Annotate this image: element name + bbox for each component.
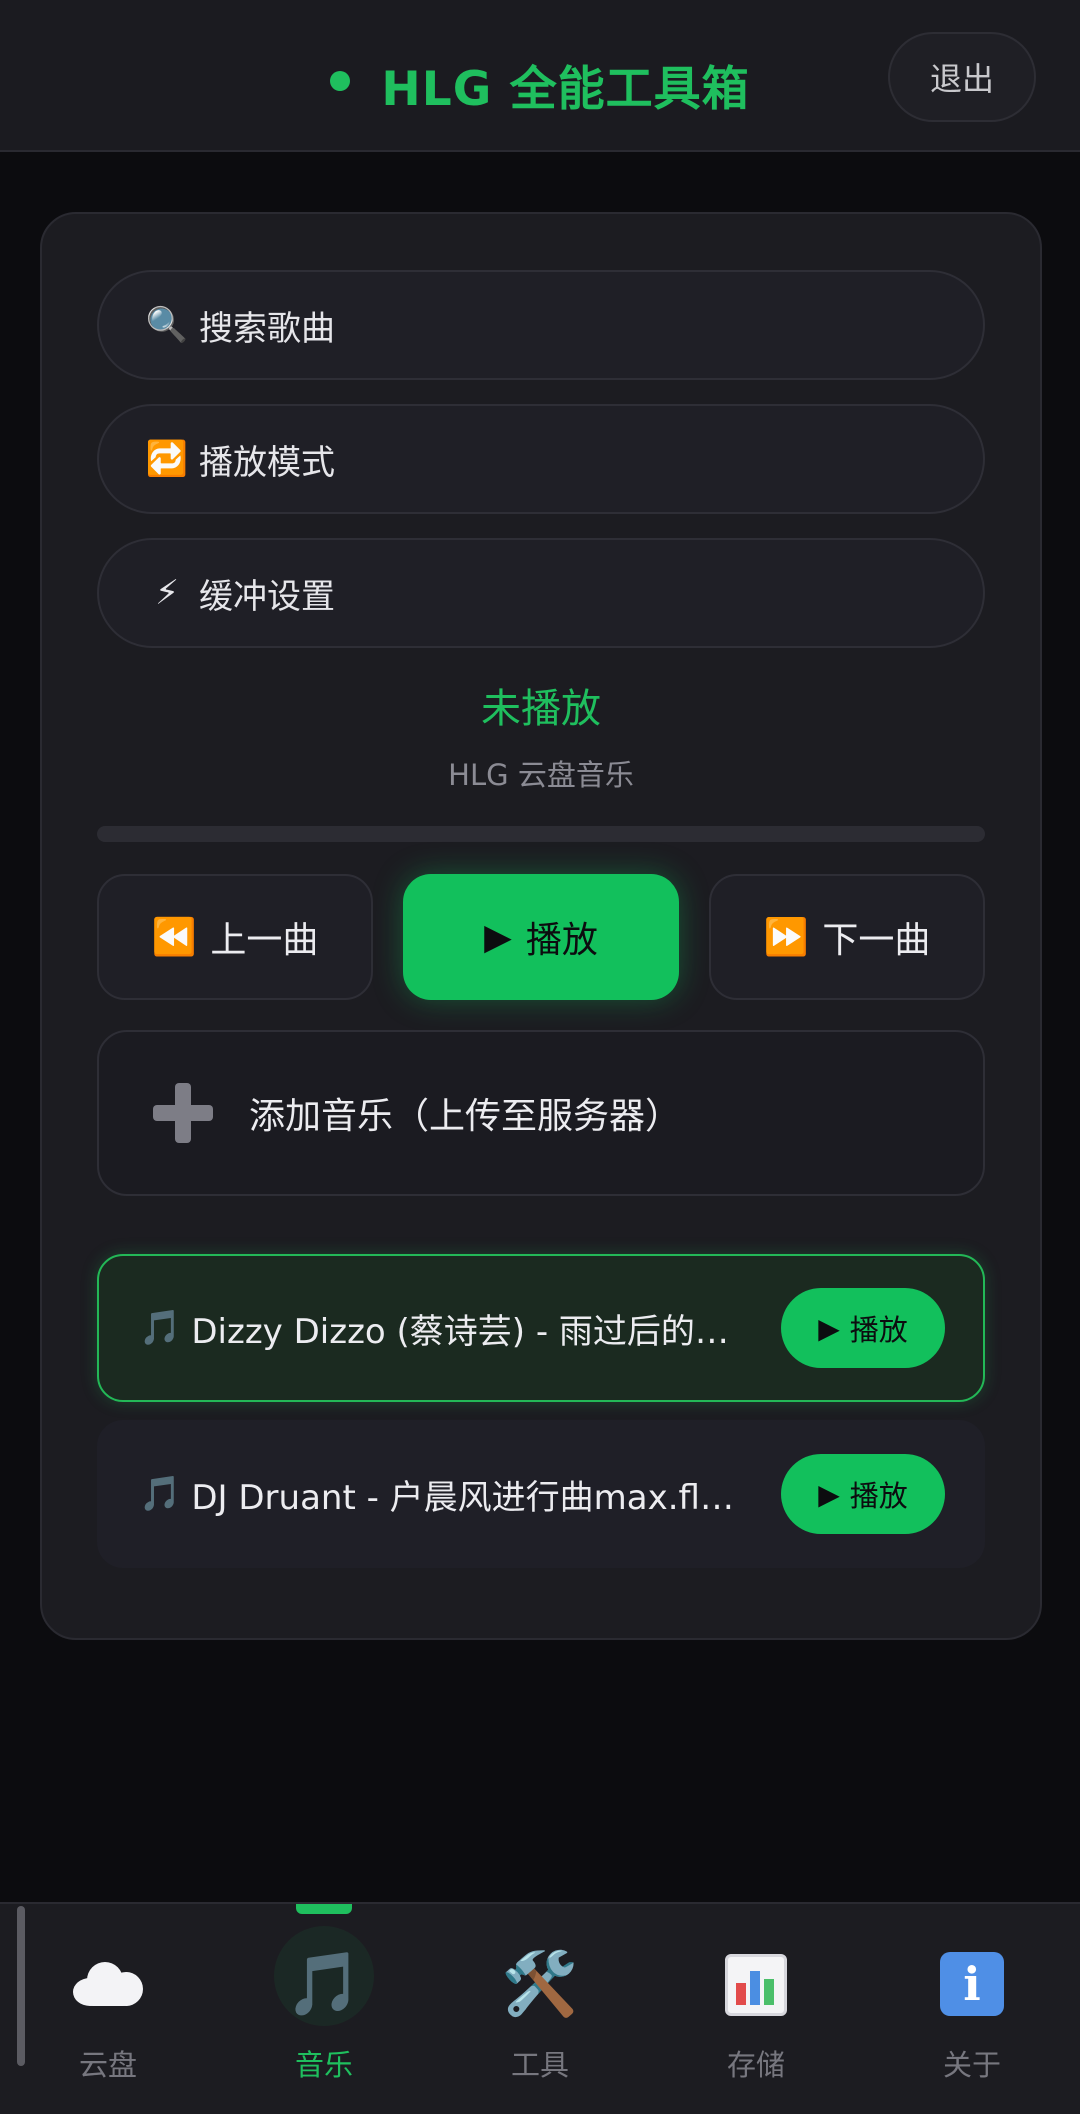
prev-track-button[interactable]: ⏪ 上一曲 (97, 874, 373, 1000)
info-icon: i (864, 1948, 1080, 2016)
cloud-icon (0, 1948, 216, 2006)
play-label: 播放 (525, 920, 598, 961)
logout-button[interactable]: 退出 (888, 32, 1036, 122)
music-note-icon: 🎵 (285, 1947, 363, 2020)
track-name: DJ Druant - 户晨风进行曲max.fl… (191, 1477, 734, 1518)
tools-icon: 🛠️ (501, 1947, 579, 2020)
track-play-button[interactable]: ▶ 播放 (781, 1288, 945, 1368)
add-music-button[interactable]: 添加音乐（上传至服务器） (97, 1030, 985, 1196)
nav-label: 关于 (942, 2048, 1001, 2082)
now-playing-subtitle: HLG 云盘音乐 (448, 758, 634, 792)
play-button[interactable]: ▶ 播放 (403, 874, 679, 1000)
rewind-icon: ⏪ (151, 917, 197, 958)
nav-item-tools[interactable]: 🛠️ 工具 (432, 1904, 648, 2114)
buffer-settings-button[interactable]: ⚡ 缓冲设置 (97, 538, 985, 648)
nav-label: 音乐 (294, 2048, 353, 2082)
buffer-settings-label: 缓冲设置 (199, 576, 335, 617)
bottom-nav: 云盘 🎵 音乐 🛠️ 工具 存储 i 关于 (0, 1902, 1080, 2114)
nav-item-about[interactable]: i 关于 (864, 1904, 1080, 2114)
nav-item-cloud[interactable]: 云盘 (0, 1904, 216, 2114)
now-playing-status: 未播放 (481, 686, 601, 732)
play-mode-label: 播放模式 (199, 442, 335, 483)
music-card: 🔍 搜索歌曲 🔁 播放模式 ⚡ 缓冲设置 未播放 HLG 云盘音乐 ⏪ 上一曲 … (40, 212, 1042, 1640)
track-play-label: 播放 (849, 1313, 908, 1347)
next-track-button[interactable]: ⏩ 下一曲 (709, 874, 985, 1000)
nav-item-music[interactable]: 🎵 音乐 (216, 1904, 432, 2114)
play-icon: ▶ (818, 1311, 840, 1345)
active-indicator (296, 1904, 352, 1914)
play-icon: ▶ (484, 916, 512, 958)
play-mode-button[interactable]: 🔁 播放模式 (97, 404, 985, 514)
prev-track-label: 上一曲 (210, 920, 319, 961)
app-root: HLG 全能工具箱 退出 🔍 搜索歌曲 🔁 播放模式 ⚡ 缓冲设置 未播放 HL… (0, 0, 1080, 2114)
bar-chart-icon (648, 1948, 864, 2016)
track-play-button[interactable]: ▶ 播放 (781, 1454, 945, 1534)
app-title: HLG 全能工具箱 (381, 62, 750, 117)
track-item[interactable]: 🎵 Dizzy Dizzo (蔡诗芸) - 雨过后的… ▶ 播放 (97, 1254, 985, 1402)
add-music-label: 添加音乐（上传至服务器） (249, 1096, 682, 1137)
search-icon: 🔍 (145, 305, 189, 345)
music-note-icon: 🎵 (139, 1308, 182, 1348)
track-item[interactable]: 🎵 DJ Druant - 户晨风进行曲max.fl… ▶ 播放 (97, 1420, 985, 1568)
search-songs-label: 搜索歌曲 (199, 308, 335, 349)
nav-label: 存储 (726, 2048, 785, 2082)
track-name: Dizzy Dizzo (蔡诗芸) - 雨过后的… (191, 1311, 729, 1352)
header: HLG 全能工具箱 退出 (0, 0, 1080, 152)
nav-item-storage[interactable]: 存储 (648, 1904, 864, 2114)
music-note-icon: 🎵 (139, 1474, 182, 1514)
nav-label: 工具 (510, 2048, 569, 2082)
plus-icon (151, 1081, 215, 1145)
next-track-label: 下一曲 (822, 920, 931, 961)
repeat-icon: 🔁 (145, 439, 189, 479)
search-songs-button[interactable]: 🔍 搜索歌曲 (97, 270, 985, 380)
progress-bar[interactable] (97, 826, 985, 842)
play-icon: ▶ (818, 1477, 840, 1511)
nav-label: 云盘 (78, 2048, 137, 2082)
status-dot-icon (330, 70, 351, 91)
fast-forward-icon: ⏩ (763, 917, 809, 958)
lightning-icon: ⚡ (155, 573, 179, 613)
track-play-label: 播放 (849, 1479, 908, 1513)
